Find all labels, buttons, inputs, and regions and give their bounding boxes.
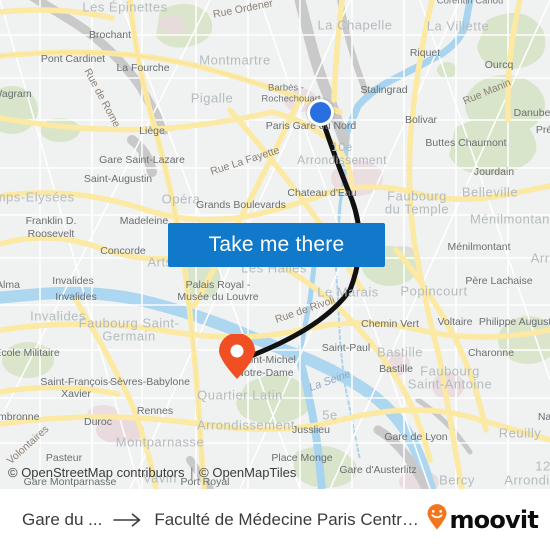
moovit-wordmark: moovit	[449, 505, 538, 534]
map-canvas[interactable]: Les Épinettes Rue Ordener La Chapelle La Vi…	[0, 0, 550, 489]
moovit-map-screen: Les Épinettes Rue Ordener La Chapelle La Vi…	[0, 0, 550, 550]
moovit-logo[interactable]: moovit	[426, 504, 550, 535]
map-attribution: © OpenStreetMap contributors | © OpenMap…	[8, 465, 296, 480]
origin-name-label: Gare du ...	[22, 509, 103, 529]
bottom-bar: Gare du ... Faculté de Médecine Paris Ce…	[0, 489, 550, 550]
destination-marker[interactable]	[216, 334, 258, 380]
destination-name-label: Faculté de Médecine Paris Centre - Unive…	[154, 509, 426, 529]
attribution-osm[interactable]: © OpenStreetMap contributors	[8, 465, 185, 480]
origin-marker[interactable]	[307, 99, 334, 126]
attribution-openmaptiles[interactable]: © OpenMapTiles	[199, 465, 296, 480]
moovit-pin-icon	[426, 504, 448, 535]
take-me-there-button[interactable]: Take me there	[168, 223, 385, 267]
route-summary[interactable]: Gare du ... Faculté de Médecine Paris Ce…	[0, 510, 426, 530]
attribution-separator: |	[190, 465, 194, 480]
arrow-right-icon	[113, 512, 143, 527]
